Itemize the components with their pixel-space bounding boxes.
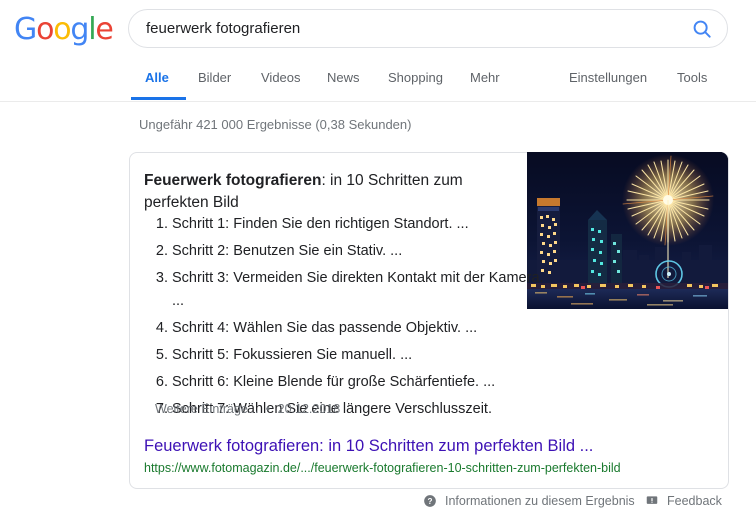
snippet-step-list: Schritt 1: Finden Sie den richtigen Stan… [144,213,552,425]
logo-letter-g2: g [70,12,89,47]
logo-letter-o2: o [53,12,71,47]
about-this-result-button[interactable]: ? Informationen zu diesem Ergebnis [423,493,635,509]
tab-news[interactable]: News [327,70,360,86]
search-tabs: Alle Bilder Videos News Shopping Mehr Ei… [0,70,756,102]
snippet-heading-bold: Feuerwerk fotografieren [144,172,322,189]
result-stats: Ungefähr 421 000 Ergebnisse (0,38 Sekund… [139,117,412,132]
help-circle-icon: ? [424,495,436,507]
meta-separator: • [265,402,271,416]
active-tab-underline [131,97,186,100]
list-item: Schritt 6: Kleine Blende für große Schär… [172,371,552,398]
svg-text:?: ? [428,497,433,506]
result-url[interactable]: https://www.fotomagazin.de/.../feuerwerk… [144,460,621,476]
result-title-link[interactable]: Feuerwerk fotografieren: in 10 Schritten… [144,436,593,457]
snippet-meta: Weitere Einträge... • 20.12.2018 [155,402,340,416]
search-box[interactable] [128,9,728,48]
snippet-heading: Feuerwerk fotografieren: in 10 Schritten… [144,170,514,214]
tab-tools[interactable]: Tools [677,70,707,86]
about-this-result-label: Informationen zu diesem Ergebnis [445,494,635,508]
logo-letter-o1: o [36,12,54,47]
list-item: Schritt 2: Benutzen Sie ein Stativ. ... [172,240,552,267]
more-entries-link[interactable]: Weitere Einträge... [155,402,258,416]
search-header: Google Alle Bilder Videos News Shopping … [0,0,756,102]
list-item: Schritt 5: Fokussieren Sie manuell. ... [172,344,552,371]
featured-snippet-card: Feuerwerk fotografieren: in 10 Schritten… [129,152,729,489]
fireworks-image [527,152,728,309]
google-logo[interactable]: Google [14,12,114,47]
search-input[interactable] [146,10,666,47]
feedback-button[interactable]: Feedback [645,493,722,509]
snippet-date: 20.12.2018 [277,402,341,416]
tab-bilder[interactable]: Bilder [198,70,231,86]
flag-icon [646,496,658,504]
tab-videos[interactable]: Videos [261,70,301,86]
logo-letter-e: e [95,12,113,47]
tab-shopping[interactable]: Shopping [388,70,443,86]
list-item: Schritt 4: Wählen Sie das passende Objek… [172,317,552,344]
list-item: Schritt 1: Finden Sie den richtigen Stan… [172,213,552,240]
list-item: Schritt 3: Vermeiden Sie direkten Kontak… [172,267,552,317]
tab-einstellungen[interactable]: Einstellungen [569,70,647,86]
search-button[interactable] [691,18,713,40]
feedback-label: Feedback [667,494,722,508]
snippet-thumbnail[interactable] [527,152,728,309]
logo-letter-g1: G [14,12,37,47]
result-footer: ? Informationen zu diesem Ergebnis Feedb… [0,493,756,517]
tab-mehr[interactable]: Mehr [470,70,500,86]
tab-alle[interactable]: Alle [145,70,169,86]
search-icon [693,20,711,38]
